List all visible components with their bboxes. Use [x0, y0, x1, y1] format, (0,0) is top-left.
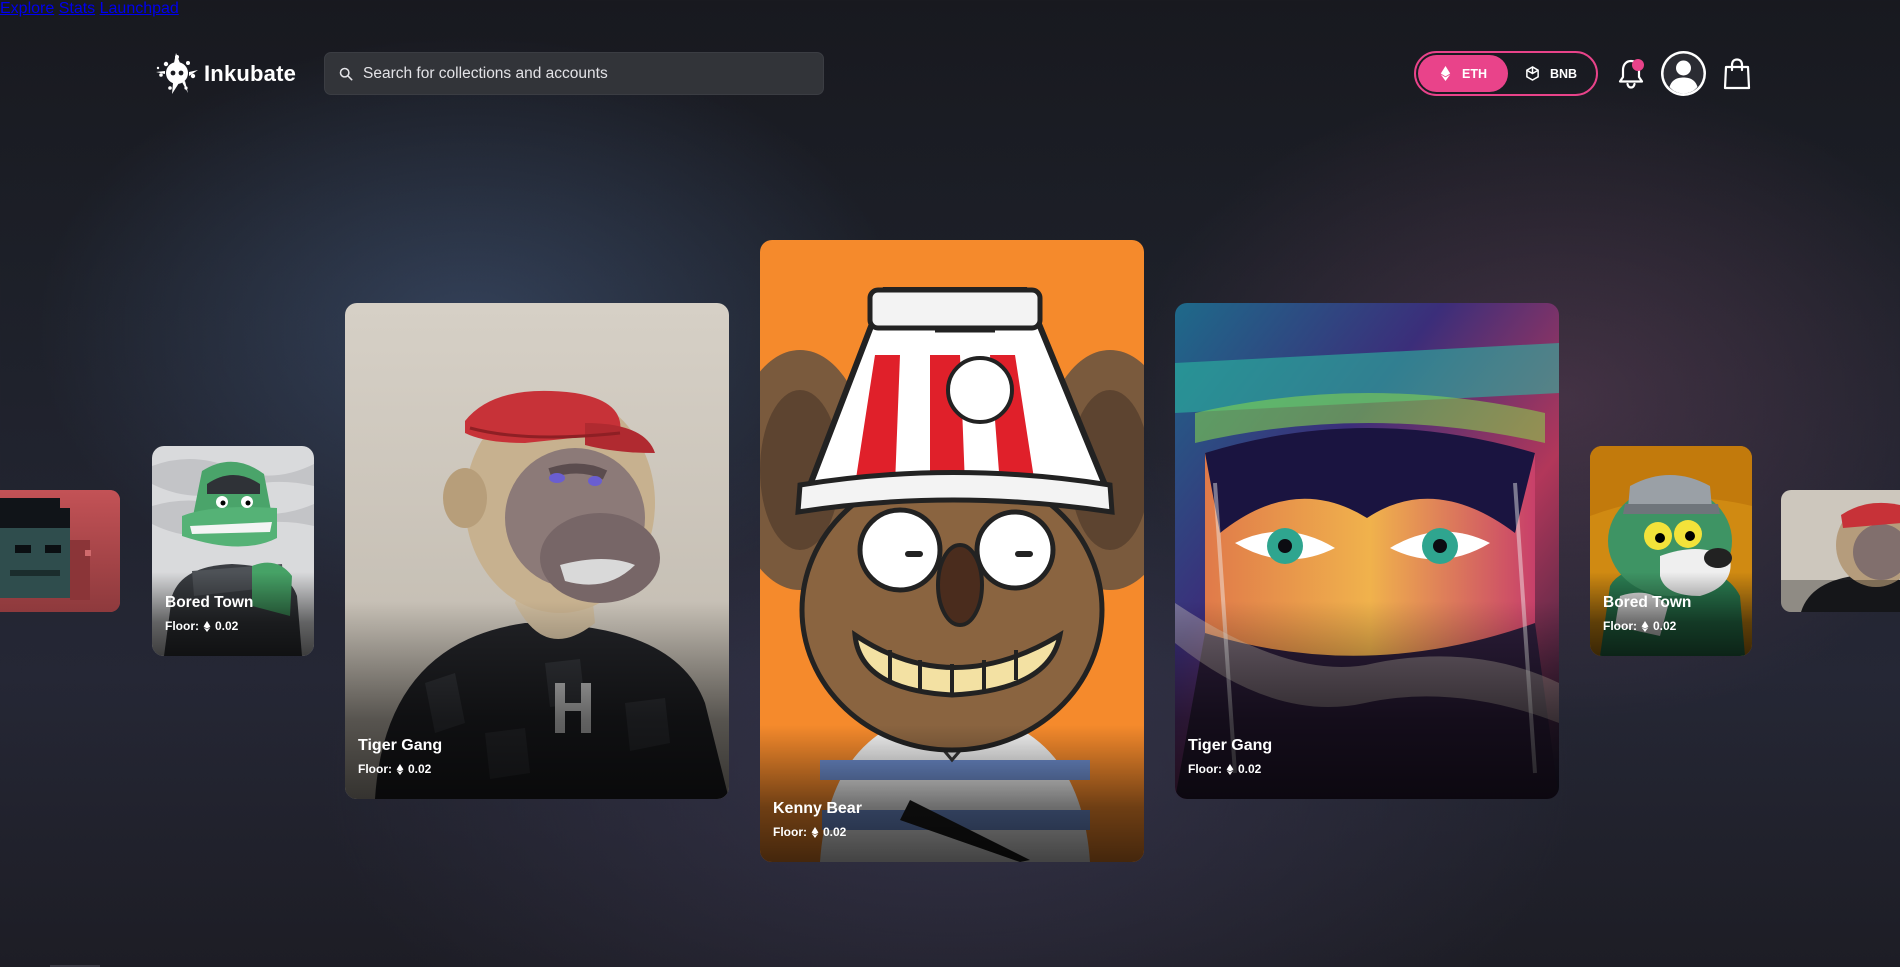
collection-card[interactable]: Bored Town Floor: 0.02 — [1590, 446, 1752, 656]
card-title: Tiger Gang — [1188, 737, 1273, 754]
search-input[interactable] — [363, 64, 803, 83]
nav-explore[interactable]: Explore — [0, 0, 54, 17]
eth-icon — [396, 763, 404, 775]
eth-icon — [1641, 620, 1649, 632]
user-avatar-icon[interactable] — [1661, 51, 1706, 96]
brand-logo[interactable]: Inkubate — [152, 50, 296, 98]
chain-eth-label: ETH — [1462, 66, 1487, 81]
collection-card-far-left[interactable] — [0, 490, 120, 612]
bnb-icon — [1526, 66, 1539, 81]
collection-card[interactable]: Tiger Gang Floor: 0.02 — [345, 303, 729, 799]
brand-name: Inkubate — [204, 61, 297, 86]
chain-bnb-label: BNB — [1549, 66, 1578, 81]
collection-card-featured[interactable]: Kenny Bear Floor: 0.02 — [760, 240, 1144, 862]
collection-card[interactable]: Bored Town Floor: 0.02 — [152, 446, 314, 656]
search-icon — [339, 67, 353, 80]
card-floor-price: Floor: 0.02 — [1188, 762, 1262, 776]
collection-card[interactable]: Tiger Gang Floor: 0.02 — [1175, 303, 1559, 799]
main-nav: Explore Stats Launchpad — [0, 0, 1900, 18]
eth-icon — [203, 620, 211, 632]
chain-option-bnb[interactable]: BNB — [1508, 55, 1594, 92]
card-floor-price: Floor: 0.02 — [358, 762, 432, 776]
notification-dot — [1632, 59, 1644, 71]
card-floor-price: Floor: 0.02 — [1603, 619, 1677, 633]
chain-toggle: ETH BNB — [1414, 51, 1598, 96]
card-title: Tiger Gang — [358, 737, 443, 754]
chain-option-eth[interactable]: ETH — [1418, 55, 1508, 92]
card-title: Kenny Bear — [773, 800, 862, 817]
card-title: Bored Town — [165, 594, 254, 611]
card-artwork — [0, 490, 120, 612]
nav-launchpad[interactable]: Launchpad — [100, 0, 179, 17]
card-artwork — [1781, 490, 1900, 612]
card-floor-price: Floor: 0.02 — [773, 825, 847, 839]
nav-stats[interactable]: Stats — [59, 0, 95, 17]
search-bar[interactable] — [324, 52, 824, 95]
collection-card-far-right[interactable] — [1781, 490, 1900, 612]
card-title: Bored Town — [1603, 594, 1692, 611]
shopping-bag-icon[interactable] — [1723, 58, 1751, 90]
eth-icon — [811, 826, 819, 838]
card-floor-price: Floor: 0.02 — [165, 619, 239, 633]
eth-icon — [1440, 66, 1451, 81]
eth-icon — [1226, 763, 1234, 775]
splat-logo-icon — [156, 53, 198, 94]
